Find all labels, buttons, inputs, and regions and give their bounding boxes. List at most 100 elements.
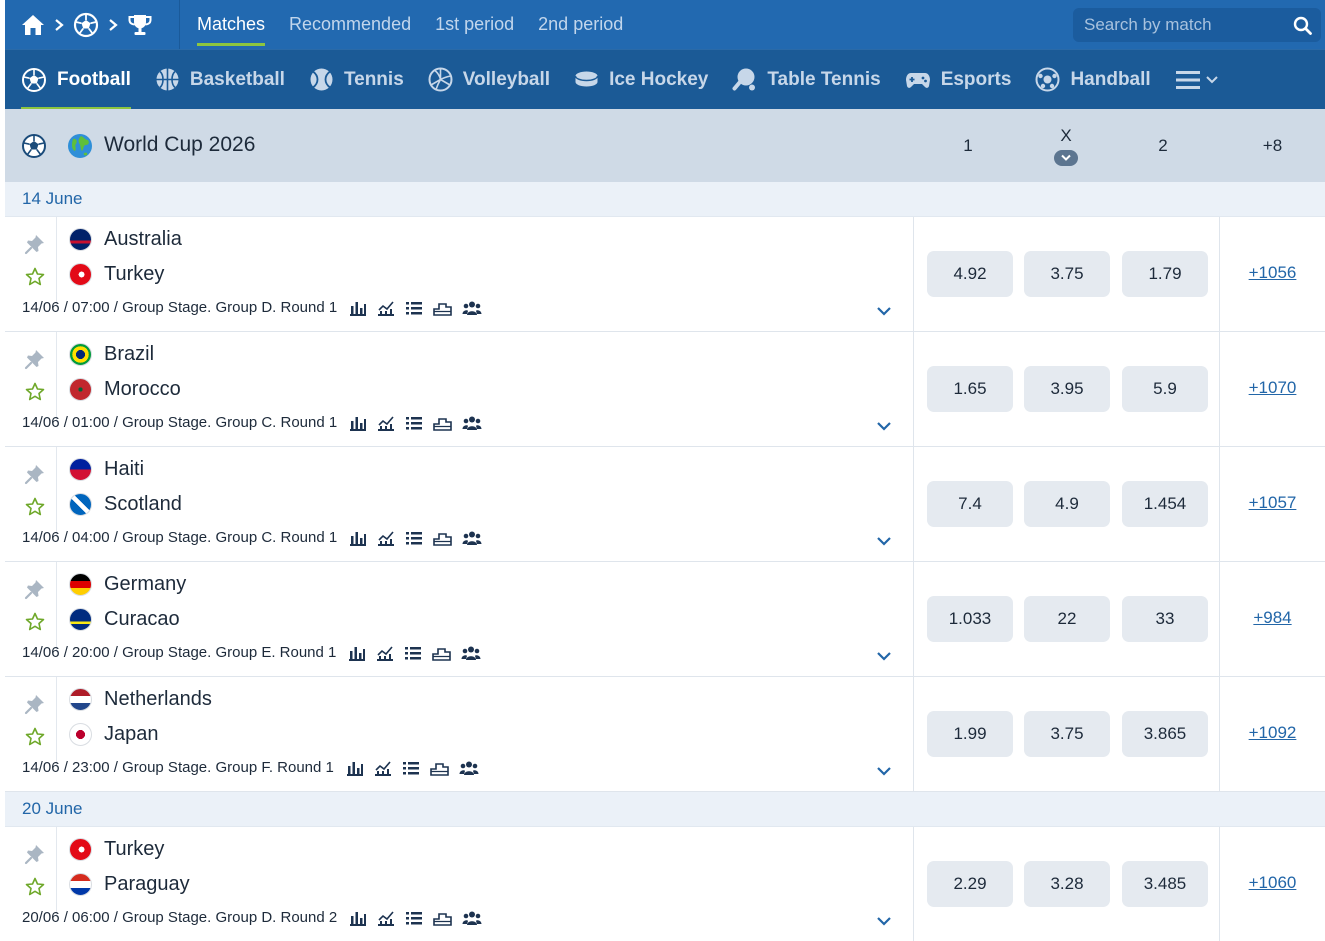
pin-icon[interactable] bbox=[24, 348, 46, 375]
chevron-down-icon[interactable] bbox=[876, 649, 892, 667]
odd-2-button[interactable]: 33 bbox=[1122, 596, 1208, 642]
more-markets-link[interactable]: +1092 bbox=[1220, 723, 1325, 743]
star-icon[interactable] bbox=[25, 267, 45, 292]
more-markets-link[interactable]: +1060 bbox=[1220, 873, 1325, 893]
trend-chart-icon[interactable] bbox=[377, 530, 395, 546]
standings-icon[interactable] bbox=[430, 760, 449, 776]
odd-x-button[interactable]: 3.28 bbox=[1024, 861, 1110, 907]
list-icon[interactable] bbox=[405, 910, 423, 926]
trend-chart-icon[interactable] bbox=[374, 760, 392, 776]
sport-tab-football[interactable]: Football bbox=[21, 50, 131, 110]
trend-chart-icon[interactable] bbox=[376, 645, 394, 661]
odd-x-button[interactable]: 22 bbox=[1024, 596, 1110, 642]
sport-tab-table-tennis[interactable]: Table Tennis bbox=[732, 50, 881, 110]
lineups-icon[interactable] bbox=[462, 530, 482, 546]
team-away[interactable]: Turkey bbox=[69, 263, 164, 286]
column-header-x[interactable]: X bbox=[1018, 109, 1114, 182]
bar-chart-icon[interactable] bbox=[349, 530, 367, 546]
trend-chart-icon[interactable] bbox=[377, 910, 395, 926]
bar-chart-icon[interactable] bbox=[349, 415, 367, 431]
odd-1-button[interactable]: 1.033 bbox=[927, 596, 1013, 642]
team-away[interactable]: Paraguay bbox=[69, 873, 190, 896]
soccer-ball-icon[interactable] bbox=[73, 12, 99, 38]
match-row[interactable]: Australia Turkey 14/06 / 07:00 / Group S… bbox=[5, 217, 1325, 332]
team-away[interactable]: Japan bbox=[69, 723, 159, 746]
search-icon[interactable] bbox=[1293, 16, 1312, 40]
more-sports-menu[interactable] bbox=[1175, 69, 1219, 91]
list-icon[interactable] bbox=[405, 415, 423, 431]
star-icon[interactable] bbox=[25, 497, 45, 522]
star-icon[interactable] bbox=[25, 382, 45, 407]
trend-chart-icon[interactable] bbox=[377, 415, 395, 431]
match-row[interactable]: Haiti Scotland 14/06 / 04:00 / Group Sta… bbox=[5, 447, 1325, 562]
lineups-icon[interactable] bbox=[462, 300, 482, 316]
odd-2-button[interactable]: 3.865 bbox=[1122, 711, 1208, 757]
standings-icon[interactable] bbox=[433, 530, 453, 546]
match-row[interactable]: Germany Curacao 14/06 / 20:00 / Group St… bbox=[5, 562, 1325, 677]
star-icon[interactable] bbox=[25, 727, 45, 752]
odd-2-button[interactable]: 1.454 bbox=[1122, 481, 1208, 527]
team-home[interactable]: Brazil bbox=[69, 343, 154, 366]
pin-icon[interactable] bbox=[24, 463, 46, 490]
sport-tab-esports[interactable]: Esports bbox=[905, 50, 1011, 110]
odd-1-button[interactable]: 7.4 bbox=[927, 481, 1013, 527]
odd-2-button[interactable]: 5.9 bbox=[1122, 366, 1208, 412]
lineups-icon[interactable] bbox=[459, 760, 479, 776]
lineups-icon[interactable] bbox=[462, 415, 482, 431]
odd-1-button[interactable]: 1.99 bbox=[927, 711, 1013, 757]
odd-1-button[interactable]: 1.65 bbox=[927, 366, 1013, 412]
more-markets-link[interactable]: +1056 bbox=[1220, 263, 1325, 283]
chevron-down-icon[interactable] bbox=[876, 419, 892, 437]
chevron-down-icon[interactable] bbox=[876, 534, 892, 552]
odd-2-button[interactable]: 1.79 bbox=[1122, 251, 1208, 297]
search-input[interactable] bbox=[1084, 15, 1284, 35]
more-markets-link[interactable]: +1057 bbox=[1220, 493, 1325, 513]
lineups-icon[interactable] bbox=[462, 910, 482, 926]
list-icon[interactable] bbox=[405, 530, 423, 546]
odd-x-button[interactable]: 3.75 bbox=[1024, 251, 1110, 297]
tab-1st-period[interactable]: 1st period bbox=[435, 0, 514, 49]
home-icon[interactable] bbox=[21, 14, 45, 36]
pin-icon[interactable] bbox=[24, 578, 46, 605]
odd-1-button[interactable]: 4.92 bbox=[927, 251, 1013, 297]
match-row[interactable]: Turkey Paraguay 20/06 / 06:00 / Group St… bbox=[5, 827, 1325, 941]
list-icon[interactable] bbox=[404, 645, 422, 661]
team-home[interactable]: Haiti bbox=[69, 458, 144, 481]
team-away[interactable]: Morocco bbox=[69, 378, 181, 401]
chevron-down-icon[interactable] bbox=[876, 764, 892, 782]
odd-x-button[interactable]: 4.9 bbox=[1024, 481, 1110, 527]
tab-2nd-period[interactable]: 2nd period bbox=[538, 0, 623, 49]
star-icon[interactable] bbox=[25, 612, 45, 637]
team-home[interactable]: Turkey bbox=[69, 838, 164, 861]
team-home[interactable]: Netherlands bbox=[69, 688, 212, 711]
lineups-icon[interactable] bbox=[461, 645, 481, 661]
odd-2-button[interactable]: 3.485 bbox=[1122, 861, 1208, 907]
sport-tab-handball[interactable]: Handball bbox=[1035, 50, 1151, 110]
team-home[interactable]: Australia bbox=[69, 228, 182, 251]
bar-chart-icon[interactable] bbox=[348, 645, 366, 661]
tab-matches[interactable]: Matches bbox=[197, 0, 266, 49]
trophy-icon[interactable] bbox=[127, 13, 153, 37]
star-icon[interactable] bbox=[25, 877, 45, 902]
bar-chart-icon[interactable] bbox=[349, 300, 367, 316]
list-icon[interactable] bbox=[405, 300, 423, 316]
more-markets-link[interactable]: +1070 bbox=[1220, 378, 1325, 398]
chevron-down-icon[interactable] bbox=[876, 914, 892, 932]
standings-icon[interactable] bbox=[432, 645, 452, 661]
standings-icon[interactable] bbox=[433, 415, 453, 431]
odd-x-button[interactable]: 3.95 bbox=[1024, 366, 1110, 412]
tab-recommended[interactable]: Recommended bbox=[289, 0, 411, 49]
trend-chart-icon[interactable] bbox=[377, 300, 395, 316]
bar-chart-icon[interactable] bbox=[346, 760, 364, 776]
team-home[interactable]: Germany bbox=[69, 573, 186, 596]
sport-tab-basketball[interactable]: Basketball bbox=[155, 50, 285, 110]
list-icon[interactable] bbox=[402, 760, 420, 776]
odd-x-button[interactable]: 3.75 bbox=[1024, 711, 1110, 757]
match-row[interactable]: Brazil Morocco 14/06 / 01:00 / Group Sta… bbox=[5, 332, 1325, 447]
team-away[interactable]: Scotland bbox=[69, 493, 182, 516]
team-away[interactable]: Curacao bbox=[69, 608, 180, 631]
match-row[interactable]: Netherlands Japan 14/06 / 23:00 / Group … bbox=[5, 677, 1325, 792]
more-markets-link[interactable]: +984 bbox=[1220, 608, 1325, 628]
sport-tab-ice-hockey[interactable]: Ice Hockey bbox=[574, 50, 708, 110]
pin-icon[interactable] bbox=[24, 843, 46, 870]
